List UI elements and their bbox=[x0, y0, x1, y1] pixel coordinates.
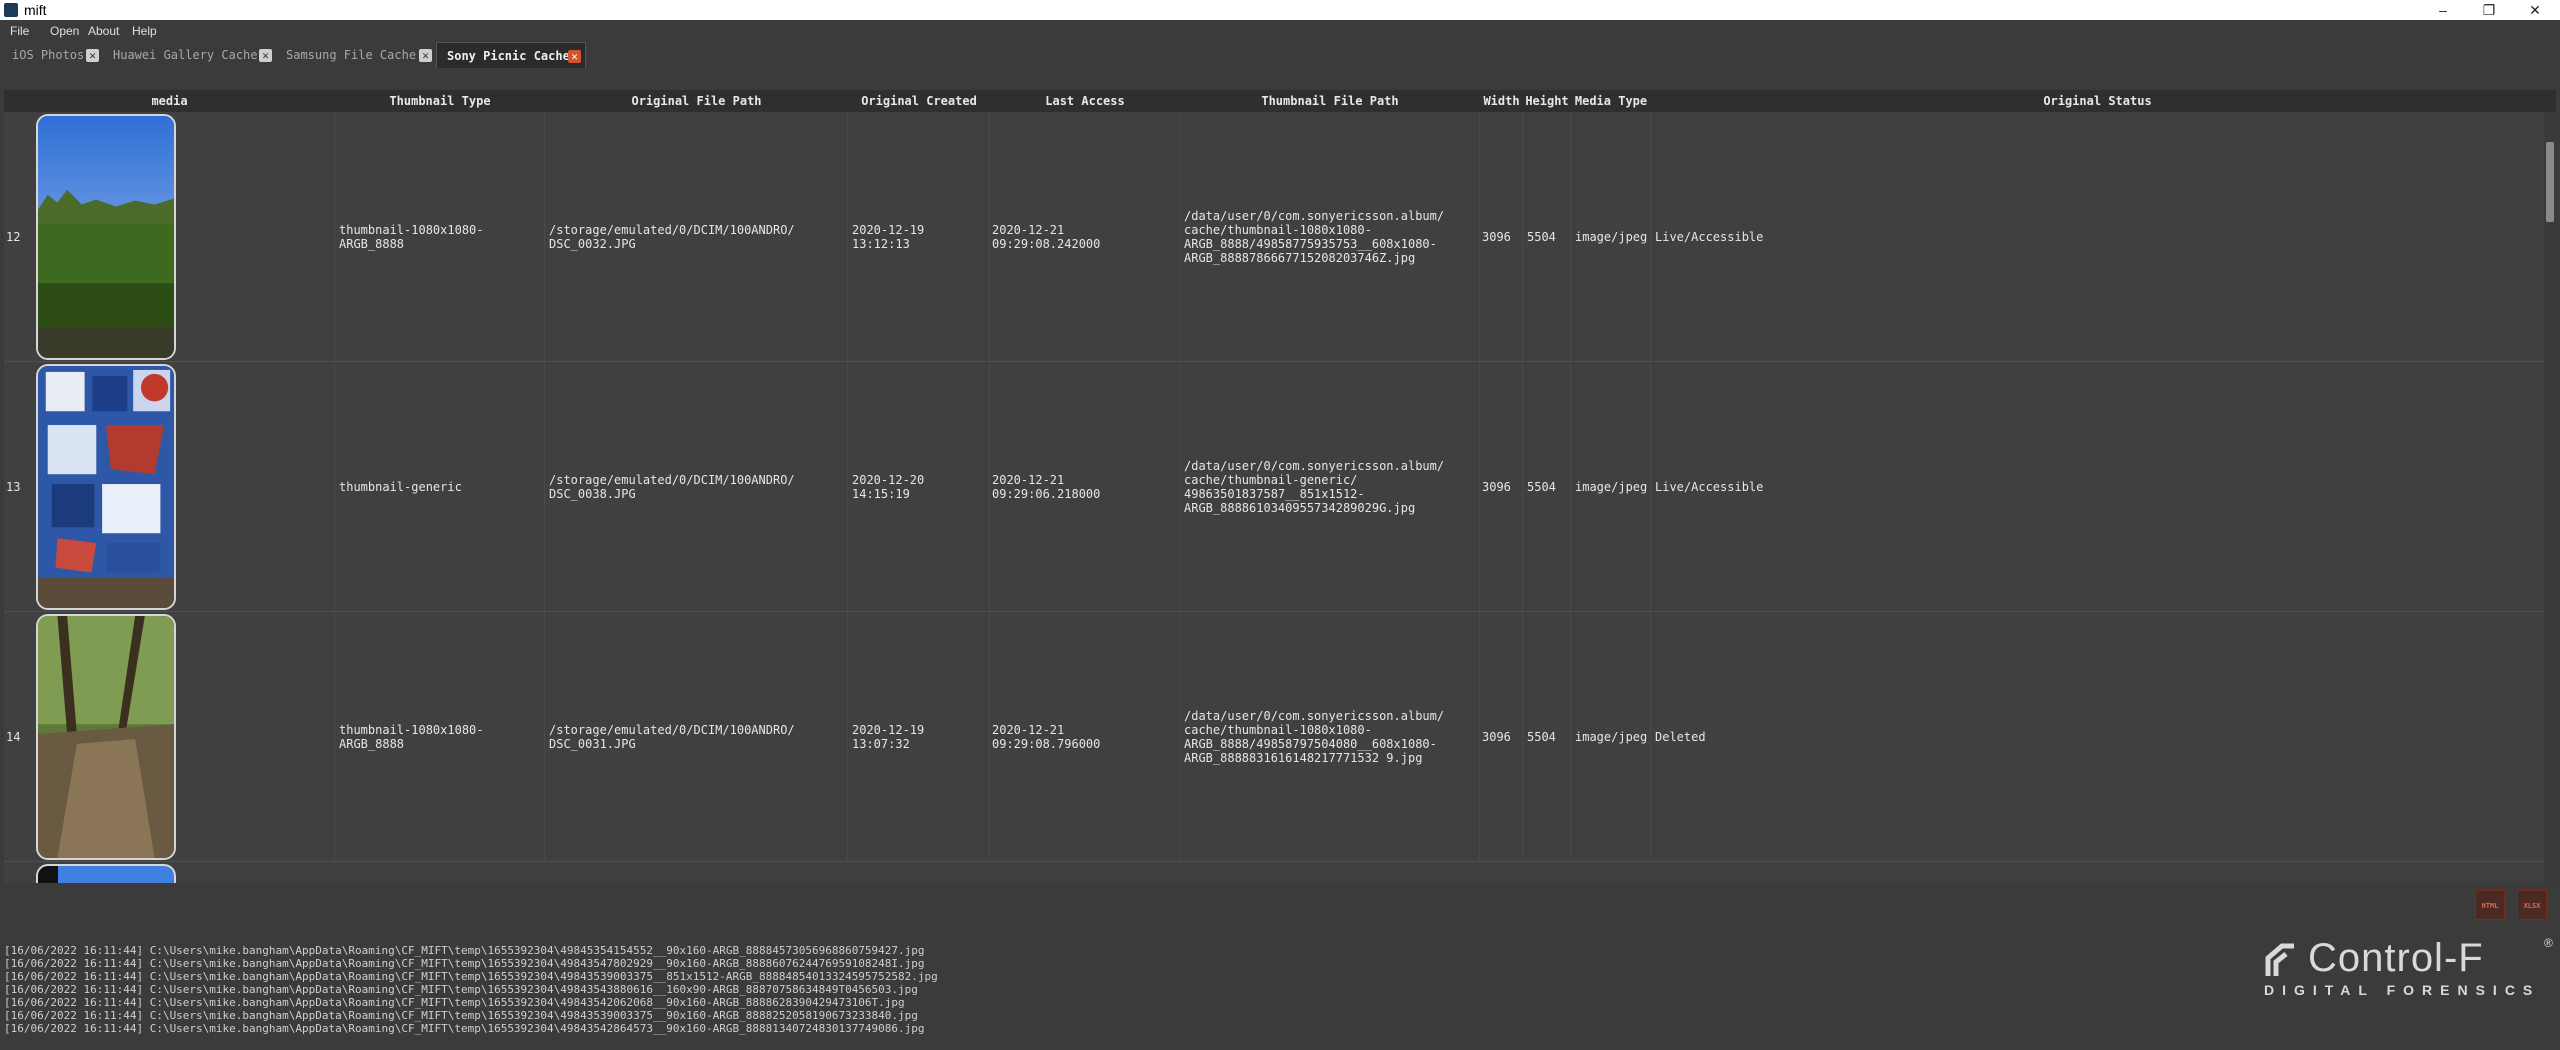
results-table: media Thumbnail Type Original File Path … bbox=[4, 90, 2556, 883]
menu-open[interactable]: Open bbox=[50, 24, 79, 38]
height-cell: 5504 bbox=[1523, 612, 1571, 862]
control-f-logo: Control-F ® DIGITAL FORENSICS bbox=[2262, 936, 2558, 1006]
thumbnail-image[interactable] bbox=[36, 364, 176, 610]
close-tab-icon[interactable]: ✕ bbox=[86, 49, 99, 62]
menu-help[interactable]: Help bbox=[132, 24, 157, 38]
menu-about[interactable]: About bbox=[88, 24, 119, 38]
tab-ios-photos[interactable]: iOS Photos ✕ bbox=[2, 42, 103, 68]
menu-file[interactable]: File bbox=[10, 24, 29, 38]
width-cell: 3096 bbox=[1480, 612, 1523, 862]
tab-samsung-file-cache[interactable]: Samsung File Cache ✕ bbox=[276, 42, 436, 68]
media-type-cell: image/jpeg bbox=[1571, 612, 1651, 862]
status-cell: Deleted bbox=[1655, 730, 1706, 744]
media-cell: 12 bbox=[4, 112, 335, 362]
media-cell: 14 bbox=[4, 612, 335, 862]
thumbnail-path-cell: /data/user/0/com.sonyericsson.album/ cac… bbox=[1180, 612, 1480, 862]
column-header-height[interactable]: Height bbox=[1523, 94, 1571, 108]
log-line: [16/06/2022 16:11:44] C:\Users\mike.bang… bbox=[4, 970, 938, 983]
tab-label: Samsung File Cache bbox=[286, 48, 417, 62]
column-header-original-file-path[interactable]: Original File Path bbox=[545, 94, 848, 108]
original-created-cell: 2020-12-19 13:07:32 bbox=[848, 612, 990, 862]
status-cell: Live/Accessible bbox=[1655, 480, 1764, 494]
thumbnail-image[interactable] bbox=[36, 114, 176, 360]
last-access-cell: 2020-12-21 09:29:08.242000 bbox=[990, 112, 1180, 362]
media-type-cell: image/jpeg bbox=[1571, 112, 1651, 362]
height-cell: 5504 bbox=[1523, 112, 1571, 362]
column-header-last-access[interactable]: Last Access bbox=[990, 94, 1180, 108]
thumbnail-image[interactable] bbox=[36, 864, 176, 883]
logo-brand: Control-F bbox=[2308, 936, 2484, 980]
logo-subtitle: DIGITAL FORENSICS bbox=[2264, 982, 2541, 998]
tab-huawei-gallery-cache[interactable]: Huawei Gallery Cache ✕ bbox=[103, 42, 276, 68]
column-header-original-created[interactable]: Original Created bbox=[848, 94, 990, 108]
log-panel: [16/06/2022 16:11:44] C:\Users\mike.bang… bbox=[4, 944, 2204, 1048]
original-path-cell: /storage/emulated/0/DCIM/100ANDRO/ DSC_0… bbox=[545, 612, 848, 862]
restore-button[interactable]: ❐ bbox=[2466, 0, 2512, 20]
log-line: [16/06/2022 16:11:44] C:\Users\mike.bang… bbox=[4, 996, 905, 1009]
original-created-cell: 2020-12-19 13:12:13 bbox=[848, 112, 990, 362]
thumbnail-type-cell: thumbnail-1080x1080-ARGB_8888 bbox=[335, 112, 545, 362]
window-title: mift bbox=[24, 2, 47, 18]
column-header-original-status[interactable]: Original Status bbox=[1651, 94, 2544, 108]
table-row[interactable]: 12 thumbnail-1080x1080-ARGB_8888 /storag… bbox=[4, 112, 2548, 362]
media-cell: 13 bbox=[4, 362, 335, 612]
close-tab-icon[interactable]: ✕ bbox=[259, 49, 272, 62]
tab-label: Sony Picnic Cache bbox=[447, 49, 570, 63]
column-header-width[interactable]: Width bbox=[1480, 94, 1523, 108]
log-line: [16/06/2022 16:11:44] C:\Users\mike.bang… bbox=[4, 1022, 925, 1035]
log-line: [16/06/2022 16:11:44] C:\Users\mike.bang… bbox=[4, 957, 925, 970]
table-header: media Thumbnail Type Original File Path … bbox=[4, 90, 2556, 112]
log-line: [16/06/2022 16:11:44] C:\Users\mike.bang… bbox=[4, 1009, 918, 1022]
logo-mark-icon bbox=[2265, 943, 2294, 976]
logo-registered: ® bbox=[2544, 936, 2553, 950]
tab-sony-picnic-cache[interactable]: Sony Picnic Cache ✕ bbox=[436, 42, 586, 68]
close-window-button[interactable]: ✕ bbox=[2512, 0, 2558, 20]
row-index: 14 bbox=[6, 730, 21, 744]
menu-bar: File Open About Help bbox=[0, 20, 2560, 42]
close-tab-icon[interactable]: ✕ bbox=[419, 49, 432, 62]
tab-label: Huawei Gallery Cache bbox=[113, 48, 258, 62]
column-header-media[interactable]: media bbox=[4, 94, 335, 108]
column-header-thumbnail-file-path[interactable]: Thumbnail File Path bbox=[1180, 94, 1480, 108]
thumbnail-path-cell: /data/user/0/com.sonyericsson.album/ cac… bbox=[1180, 112, 1480, 362]
table-row[interactable]: 13 thumbnail-generic /storage/emulated/0… bbox=[4, 362, 2548, 612]
log-line: [16/06/2022 16:11:44] C:\Users\mike.bang… bbox=[4, 983, 918, 996]
tab-label: iOS Photos bbox=[12, 48, 85, 62]
close-tab-icon[interactable]: ✕ bbox=[568, 50, 581, 63]
title-bar: mift – ❐ ✕ bbox=[0, 0, 2560, 20]
last-access-cell: 2020-12-21 09:29:06.218000 bbox=[990, 362, 1180, 612]
row-index: 13 bbox=[6, 480, 21, 494]
media-type-cell: image/jpeg bbox=[1571, 362, 1651, 612]
original-created-cell: 2020-12-20 14:15:19 bbox=[848, 362, 990, 612]
export-html-button[interactable]: HTML bbox=[2475, 890, 2505, 920]
table-row[interactable] bbox=[4, 862, 2548, 883]
column-header-thumbnail-type[interactable]: Thumbnail Type bbox=[335, 94, 545, 108]
export-xlsx-button[interactable]: XLSX bbox=[2517, 890, 2547, 920]
thumbnail-type-cell: thumbnail-1080x1080-ARGB_8888 bbox=[335, 612, 545, 862]
thumbnail-path-cell: /data/user/0/com.sonyericsson.album/ cac… bbox=[1180, 362, 1480, 612]
scrollbar-thumb[interactable] bbox=[2546, 142, 2554, 222]
thumbnail-image[interactable] bbox=[36, 614, 176, 860]
width-cell: 3096 bbox=[1480, 362, 1523, 612]
original-path-cell: /storage/emulated/0/DCIM/100ANDRO/ DSC_0… bbox=[545, 362, 848, 612]
column-header-media-type[interactable]: Media Type bbox=[1571, 94, 1651, 108]
tab-bar: iOS Photos ✕ Huawei Gallery Cache ✕ Sams… bbox=[0, 42, 2560, 72]
height-cell: 5504 bbox=[1523, 362, 1571, 612]
table-row[interactable]: 14 thumbnail-1080x1080-ARGB_8888 /storag… bbox=[4, 612, 2548, 862]
status-cell: Live/Accessible bbox=[1655, 230, 1764, 244]
log-line: [16/06/2022 16:11:44] C:\Users\mike.bang… bbox=[4, 944, 925, 957]
original-path-cell: /storage/emulated/0/DCIM/100ANDRO/ DSC_0… bbox=[545, 112, 848, 362]
width-cell: 3096 bbox=[1480, 112, 1523, 362]
last-access-cell: 2020-12-21 09:29:08.796000 bbox=[990, 612, 1180, 862]
vertical-scrollbar[interactable] bbox=[2544, 112, 2556, 883]
thumbnail-type-cell: thumbnail-generic bbox=[335, 362, 545, 612]
app-icon bbox=[4, 3, 18, 17]
row-index: 12 bbox=[6, 230, 21, 244]
minimize-button[interactable]: – bbox=[2420, 0, 2466, 20]
